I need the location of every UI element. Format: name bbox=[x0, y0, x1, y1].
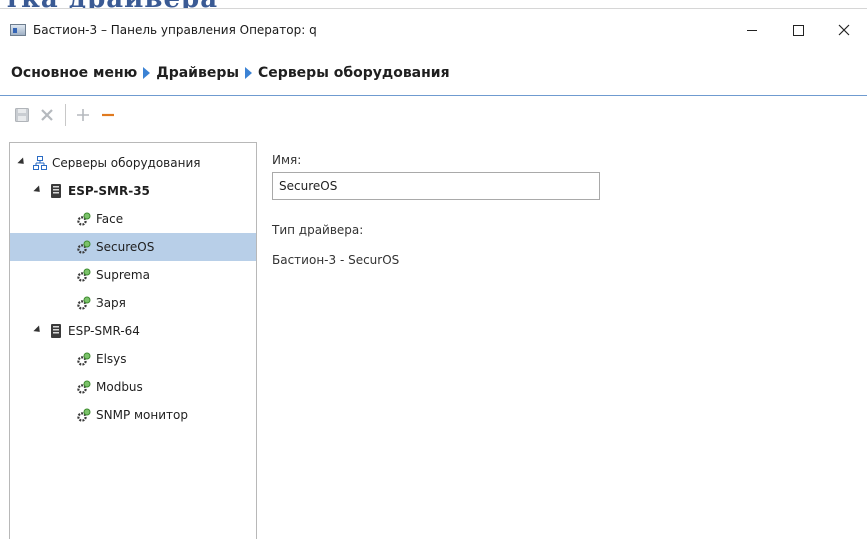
driver-gears-icon bbox=[77, 380, 91, 394]
window-controls bbox=[729, 9, 867, 51]
driver-gears-icon bbox=[77, 408, 91, 422]
save-icon bbox=[15, 108, 29, 122]
delete-icon bbox=[41, 109, 53, 121]
tree-driver-label: Suprema bbox=[96, 268, 150, 282]
tree-driver-label: Заря bbox=[96, 296, 126, 310]
tree-driver-label: Modbus bbox=[96, 380, 143, 394]
maximize-button[interactable] bbox=[775, 9, 821, 51]
minimize-icon bbox=[747, 29, 757, 31]
expander-icon[interactable] bbox=[17, 156, 27, 167]
maximize-icon bbox=[792, 24, 804, 36]
app-icon bbox=[10, 24, 26, 36]
driver-gears-icon bbox=[77, 352, 91, 366]
tree-driver-label: SNMP монитор bbox=[96, 408, 188, 422]
driver-type-value: Бастион-3 - SecurOS bbox=[272, 253, 400, 267]
tree-driver-label: Elsys bbox=[96, 352, 127, 366]
driver-gears-icon bbox=[77, 240, 91, 254]
close-button[interactable] bbox=[821, 9, 867, 51]
tree-driver-item[interactable]: Elsys bbox=[10, 345, 256, 373]
driver-type-label: Тип драйвера: bbox=[272, 223, 364, 237]
name-input[interactable] bbox=[272, 172, 600, 200]
server-icon bbox=[51, 324, 61, 338]
save-button[interactable] bbox=[11, 104, 33, 126]
tree-driver-label: Face bbox=[96, 212, 124, 226]
close-icon bbox=[838, 24, 850, 36]
tree-server-label: ESP-SMR-64 bbox=[68, 324, 140, 338]
server-icon bbox=[51, 184, 61, 198]
tree-driver-item-selected[interactable]: SecureOS bbox=[10, 233, 256, 261]
driver-gears-icon bbox=[77, 296, 91, 310]
app-window: Бастион-3 – Панель управления Оператор: … bbox=[0, 8, 867, 539]
chevron-right-icon bbox=[143, 67, 151, 79]
tree-driver-item[interactable]: Suprema bbox=[10, 261, 256, 289]
tree-driver-item[interactable]: Face bbox=[10, 205, 256, 233]
delete-button[interactable] bbox=[36, 104, 58, 126]
title-bar[interactable]: Бастион-3 – Панель управления Оператор: … bbox=[0, 9, 867, 51]
tree-server-item[interactable]: ESP-SMR-35 bbox=[10, 177, 256, 205]
content-area: Серверы оборудования ESP-SMR-35 Face Sec… bbox=[0, 142, 867, 539]
minimize-button[interactable] bbox=[729, 9, 775, 51]
breadcrumb-drivers[interactable]: Драйверы bbox=[156, 65, 239, 81]
driver-gears-icon bbox=[77, 268, 91, 282]
tree-driver-item[interactable]: Modbus bbox=[10, 373, 256, 401]
tree-root-label: Серверы оборудования bbox=[52, 156, 201, 170]
toolbar-divider bbox=[65, 104, 66, 126]
tree-server-item[interactable]: ESP-SMR-64 bbox=[10, 317, 256, 345]
breadcrumb: Основное меню Драйверы Серверы оборудова… bbox=[0, 51, 867, 96]
tree-root[interactable]: Серверы оборудования bbox=[10, 149, 256, 177]
toolbar bbox=[0, 96, 867, 134]
window-title: Бастион-3 – Панель управления Оператор: … bbox=[33, 23, 317, 37]
expander-icon[interactable] bbox=[33, 184, 43, 195]
chevron-right-icon bbox=[245, 67, 253, 79]
name-label: Имя: bbox=[272, 153, 302, 167]
driver-details-panel: Имя: Тип драйвера: Бастион-3 - SecurOS bbox=[272, 142, 867, 539]
remove-button[interactable] bbox=[97, 104, 119, 126]
breadcrumb-main-menu[interactable]: Основное меню bbox=[11, 65, 137, 81]
breadcrumb-hardware-servers: Серверы оборудования bbox=[258, 65, 450, 81]
tree-server-label: ESP-SMR-35 bbox=[68, 184, 150, 198]
remove-icon bbox=[102, 113, 114, 117]
driver-gears-icon bbox=[77, 212, 91, 226]
network-icon bbox=[33, 156, 47, 170]
add-button[interactable] bbox=[72, 104, 94, 126]
tree-driver-item[interactable]: SNMP монитор bbox=[10, 401, 256, 429]
expander-icon[interactable] bbox=[33, 324, 43, 335]
servers-tree[interactable]: Серверы оборудования ESP-SMR-35 Face Sec… bbox=[9, 142, 257, 539]
add-icon bbox=[77, 109, 89, 121]
tree-driver-label: SecureOS bbox=[96, 240, 155, 254]
tree-driver-item[interactable]: Заря bbox=[10, 289, 256, 317]
